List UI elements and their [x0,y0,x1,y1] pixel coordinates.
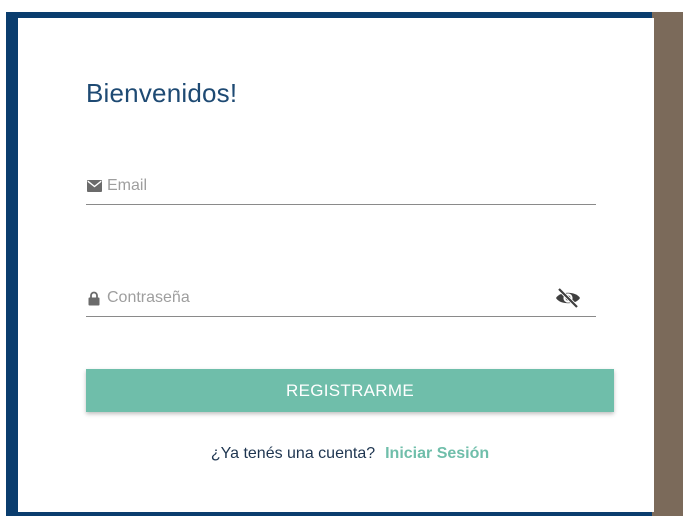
eye-slash-icon[interactable] [554,286,582,310]
login-prompt-text: ¿Ya tenés una cuenta? [210,445,376,462]
password-field-row [86,280,596,317]
page: Bienvenidos! Email REGISTRARME ¿Ya tenés… [0,0,683,516]
lock-icon [86,290,102,306]
login-prompt-row: ¿Ya tenés una cuenta? Iniciar Sesión [18,445,682,463]
password-input[interactable] [107,280,554,316]
login-link[interactable]: Iniciar Sesión [385,445,489,462]
page-title: Bienvenidos! [86,78,238,108]
register-button[interactable]: REGISTRARME [86,369,614,412]
email-input[interactable] [107,168,596,204]
register-card: Bienvenidos! Email REGISTRARME ¿Ya tenés… [18,18,654,512]
envelope-icon [86,178,102,194]
background-brown-panel [652,12,683,516]
email-field-row [86,168,596,205]
